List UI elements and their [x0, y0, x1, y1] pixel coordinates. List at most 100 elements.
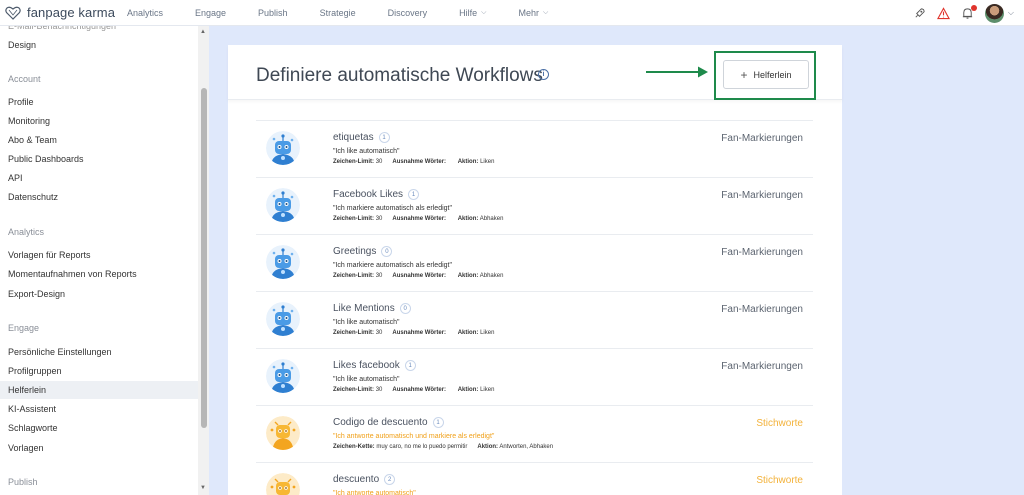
meta-value: Abhaken: [479, 273, 504, 279]
workflow-count-badge: 1: [378, 132, 390, 143]
meta-key: Aktion:: [457, 387, 479, 393]
workflow-meta: Zeichen-Limit: 30 Ausnahme Wörter: Aktion…: [333, 216, 503, 222]
meta-key: Zeichen-Limit:: [333, 387, 375, 393]
sidebar-item-profile[interactable]: Profile: [8, 97, 34, 107]
info-icon[interactable]: i: [538, 69, 549, 80]
nav-item-engage[interactable]: Engage: [195, 8, 226, 18]
workflow-description: "Ich antworte automatisch": [333, 490, 416, 495]
workflow-row[interactable]: Facebook Likes 1 "Ich markiere automatisch…: [256, 177, 813, 234]
meta-key: Aktion:: [457, 273, 479, 279]
sidebar-item-helferlein[interactable]: Helferlein: [8, 385, 46, 395]
nav-item-hilfe[interactable]: Hilfe ⌵: [459, 8, 486, 18]
notification-dot: [970, 5, 977, 11]
sidebar-section-engage: Engage: [8, 323, 40, 333]
nav-item-strategie[interactable]: Strategie: [320, 8, 356, 18]
workflow-row[interactable]: Codigo de descuento 1 "Ich antworte automa…: [256, 405, 813, 462]
avatar[interactable]: [984, 3, 1004, 23]
meta-key: Aktion:: [457, 330, 479, 336]
meta-key: Zeichen-Limit:: [333, 273, 375, 279]
workflow-type: Stichworte: [756, 418, 803, 429]
workflow-row[interactable]: etiquetas 1 "Ich like automatisch" Zeichen-…: [256, 120, 813, 177]
workflow-type: Fan-Markierungen: [721, 190, 803, 201]
brand-name: fanpage karma: [27, 5, 116, 20]
sidebar-item-export-design[interactable]: Export-Design: [8, 289, 65, 299]
workflow-row[interactable]: Like Mentions 0 "Ich like automatisch" Zeic…: [256, 291, 813, 348]
meta-value: 30: [375, 273, 383, 279]
meta-value: 30: [375, 330, 383, 336]
nav-item-label: Engage: [195, 7, 227, 18]
sidebar-item-ki-assistent[interactable]: KI-Assistent: [8, 404, 56, 414]
sidebar-item-public-dashboards[interactable]: Public Dashboards: [8, 154, 84, 164]
sidebar-item-momentaufnahmen-von-reports[interactable]: Momentaufnahmen von Reports: [8, 269, 137, 279]
sidebar-item-api[interactable]: API: [8, 173, 23, 183]
workflow-name[interactable]: Like Mentions 0: [333, 303, 411, 314]
workflow-count-badge: 1: [408, 189, 420, 200]
sidebar-item-datenschutz[interactable]: Datenschutz: [8, 192, 58, 202]
workflow-row[interactable]: Likes facebook 1 "Ich like automatisch" Zei…: [256, 348, 813, 405]
meta-value: Liken: [480, 387, 495, 393]
workflow-type: Fan-Markierungen: [721, 304, 803, 315]
workflow-name[interactable]: Facebook Likes 1: [333, 189, 420, 200]
workflow-name[interactable]: descuento 2: [333, 474, 396, 485]
sidebar-item-monitoring[interactable]: Monitoring: [8, 116, 50, 126]
meta-key: Zeichen-Limit:: [333, 159, 375, 165]
workflow-type: Fan-Markierungen: [721, 247, 803, 258]
meta-key: Ausnahme Wörter:: [392, 159, 447, 165]
workflow-name[interactable]: Codigo de descuento 1: [333, 417, 444, 428]
add-button-label: Helferlein: [753, 69, 792, 80]
top-navigation-bar: fanpage karma Analytics Engage Publish Stra…: [0, 0, 1024, 26]
sidebar-section-account: Account: [8, 74, 41, 84]
sidebar-item-vorlagen[interactable]: Vorlagen: [8, 443, 44, 453]
sidebar-item-schlagworte[interactable]: Schlagworte: [8, 423, 58, 433]
workflows-card: Definiere automatische Workflows i + Hel…: [228, 45, 842, 495]
bell-icon[interactable]: [961, 5, 977, 20]
nav-item-analytics[interactable]: Analytics: [127, 8, 163, 18]
meta-key: Ausnahme Wörter:: [392, 216, 447, 222]
chevron-down-icon: ⌵: [542, 8, 549, 16]
rocket-icon[interactable]: [913, 6, 927, 20]
workflow-description: "Ich antworte automatisch und markiere a…: [333, 433, 495, 440]
sidebar-scroll-thumb[interactable]: [201, 88, 207, 428]
chevron-down-icon[interactable]: ⌵: [1008, 8, 1014, 18]
scroll-up-icon[interactable]: ▲: [200, 29, 206, 35]
arrow-pointer-icon: [646, 66, 708, 78]
workflow-row[interactable]: descuento 2 "Ich antworte automatisch" Stic…: [256, 462, 813, 495]
workflow-name[interactable]: Likes facebook 1: [333, 360, 416, 371]
sidebar-item-design[interactable]: Design: [8, 40, 36, 50]
workflow-description: "Ich markiere automatisch als erledigt": [333, 262, 452, 269]
nav-item-discovery[interactable]: Discovery: [388, 8, 428, 18]
warning-icon[interactable]: [937, 6, 951, 20]
workflow-row[interactable]: Greetings 0 "Ich markiere automatisch als …: [256, 234, 813, 291]
nav-item-publish[interactable]: Publish: [258, 8, 288, 18]
meta-key: Ausnahme Wörter:: [392, 273, 447, 279]
meta-value: Liken: [480, 330, 495, 336]
nav-item-label: Mehr: [518, 7, 539, 18]
brand-logo[interactable]: fanpage karma: [0, 5, 127, 21]
meta-key: Zeichen-Limit:: [333, 330, 375, 336]
meta-key: Aktion:: [457, 216, 479, 222]
meta-value: Liken: [480, 159, 495, 165]
nav-item-label: Publish: [258, 7, 288, 18]
scroll-down-icon[interactable]: ▼: [200, 485, 206, 491]
sidebar-item-profilgruppen[interactable]: Profilgruppen: [8, 366, 62, 376]
workflow-type: Fan-Markierungen: [721, 133, 803, 144]
workflow-count-badge: 2: [384, 474, 396, 485]
workflow-count-badge: 1: [432, 417, 444, 428]
nav-item-label: Hilfe: [459, 7, 478, 18]
workflow-meta: Zeichen-Limit: 30 Ausnahme Wörter: Aktion…: [333, 330, 494, 336]
page-title: Definiere automatische Workflows: [256, 65, 543, 86]
workflow-meta: Zeichen-Limit: 30 Ausnahme Wörter: Aktion…: [333, 159, 494, 165]
workflow-name[interactable]: Greetings 0: [333, 246, 393, 257]
add-helferlein-button[interactable]: + Helferlein: [723, 60, 809, 89]
sidebar-item-abo-team[interactable]: Abo & Team: [8, 135, 57, 145]
sidebar-item-vorlagen-für-reports[interactable]: Vorlagen für Reports: [8, 250, 91, 260]
workflow-name-text: Like Mentions: [333, 303, 395, 314]
sidebar-section-publish: Publish: [8, 477, 38, 487]
chevron-down-icon: ⌵: [481, 8, 487, 16]
nav-item-mehr[interactable]: Mehr ⌵: [518, 8, 548, 18]
sidebar-item-persönliche-einstellungen[interactable]: Persönliche Einstellungen: [8, 347, 112, 357]
sidebar-item-email-notifications[interactable]: E-Mail-Benachrichtigungen: [8, 26, 116, 31]
workflow-name-text: Facebook Likes: [333, 189, 404, 200]
workflow-name[interactable]: etiquetas 1: [333, 132, 390, 143]
robot-icon: [266, 188, 300, 222]
